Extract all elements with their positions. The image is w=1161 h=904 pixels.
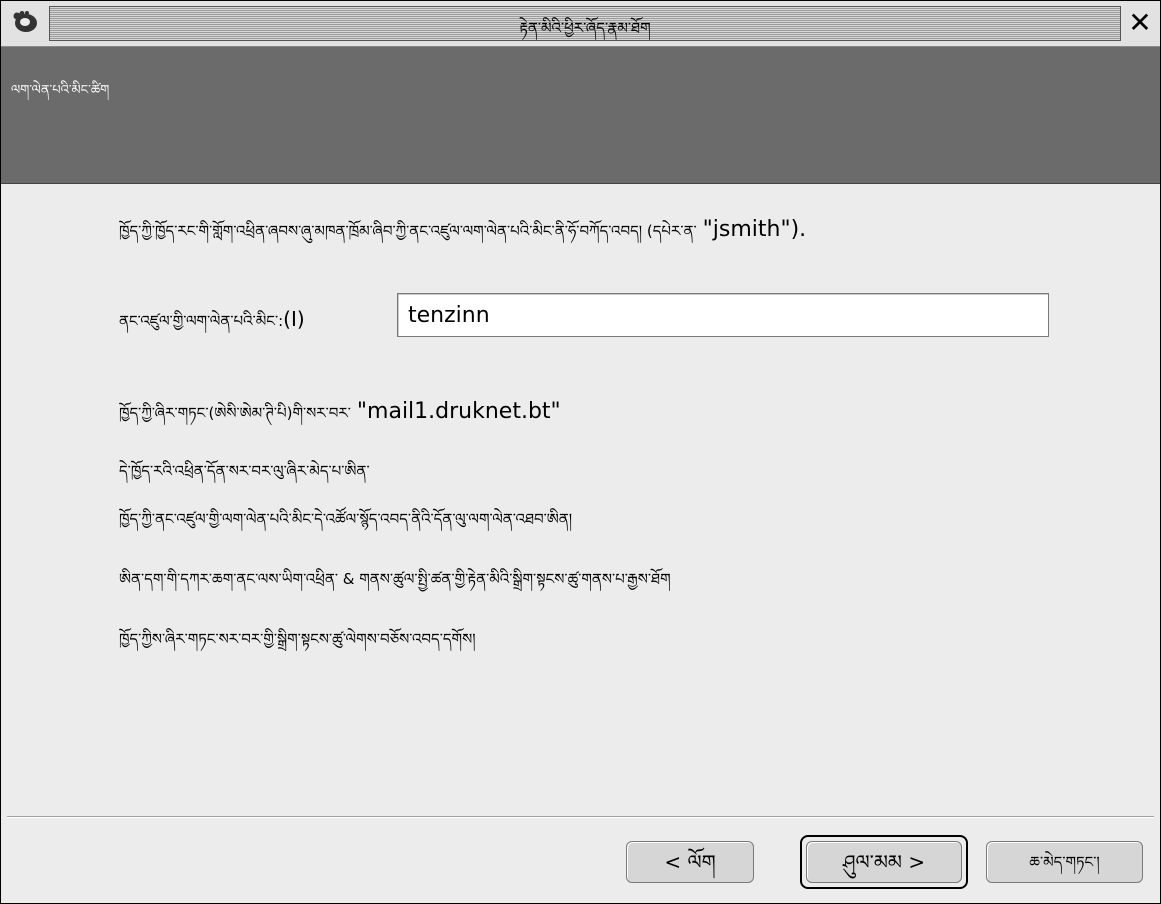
button-separator <box>7 816 1154 818</box>
info-line-5: ཁྱོད་ཀྱི་ནང་འཛུལ་གྱི་ལག་ལེན་པའི་མིང་དེ་འ… <box>119 510 573 528</box>
title-strip: རྟེན་མིའི་ཕྱིར་ཞོད་རྣམ་ཐོག <box>49 6 1121 41</box>
server-info-tibetan: ཁྱོད་ཀྱི་ཞིར་གཏང་(ཨེསི་ཨེམ་ཊི་པི)གི་སར་བ… <box>119 404 351 422</box>
username-label-text: ནང་འཛུལ་གྱི་ལག་ལེན་པའི་མིང་: <box>119 312 284 330</box>
page-header: ལག་ལེན་པའི་མིང་ཚིག <box>1 47 1160 184</box>
close-button[interactable]: ✕ <box>1125 9 1155 39</box>
assistant-window: རྟེན་མིའི་ཕྱིར་ཞོད་རྣམ་ཐོག ✕ ལག་ལེན་པའི་… <box>0 0 1161 904</box>
username-input[interactable] <box>397 293 1049 337</box>
instruction-example: "jsmith"). <box>702 217 807 242</box>
page-title: ལག་ལེན་པའི་མིང་ཚིག <box>11 83 110 98</box>
instruction-tibetan: ཁྱོད་ཀྱི་ཁྱོད་རང་གི་གློག་འཕྲིན་ཞབས་ཞུ་མཁ… <box>119 222 697 240</box>
username-label: ནང་འཛུལ་གྱི་ལག་ལེན་པའི་མིང་:(I) <box>119 305 305 347</box>
title-bar[interactable]: རྟེན་མིའི་ཕྱིར་ཞོད་རྣམ་ཐོག ✕ <box>1 1 1160 47</box>
info-line-4: དེ་ཁྱོད་རའི་འཕྲིན་དོན་སར་བར་ལུ་ཞིར་མེད་པ… <box>119 462 370 480</box>
app-gnome-icon <box>13 11 37 32</box>
cancel-button[interactable]: ཆ་མེད་གཏང་། <box>986 841 1143 883</box>
next-button[interactable]: ཤུལ་མམ > <box>806 841 962 883</box>
info-line-7: ཁྱོད་ཀྱིས་ཞིར་གཏང་སར་བར་གྱི་སྒྲིག་སྟངས་ཚ… <box>119 630 476 648</box>
username-row: ནང་འཛུལ་གྱི་ལག་ལེན་པའི་མིང་:(I) <box>119 293 1059 339</box>
server-info-text: ཁྱོད་ཀྱི་ཞིར་གཏང་(ཨེསི་ཨེམ་ཊི་པི)གི་སར་བ… <box>119 397 561 439</box>
username-mnemonic: (I) <box>283 307 305 331</box>
instruction-text: ཁྱོད་ཀྱི་ཁྱོད་རང་གི་གློག་འཕྲིན་ཞབས་ཞུ་མཁ… <box>119 215 806 257</box>
server-address: "mail1.druknet.bt" <box>356 399 561 424</box>
back-button[interactable]: < ལོག <box>626 841 754 883</box>
page-content: ཁྱོད་ཀྱི་ཁྱོད་རང་གི་གློག་འཕྲིན་ཞབས་ཞུ་མཁ… <box>1 185 1160 815</box>
info-line-6: ཨིན་དག་གི་དཀར་ཆག་ནང་ལས་ཡིག་འཕྲིན་ & གནས་… <box>119 570 671 588</box>
